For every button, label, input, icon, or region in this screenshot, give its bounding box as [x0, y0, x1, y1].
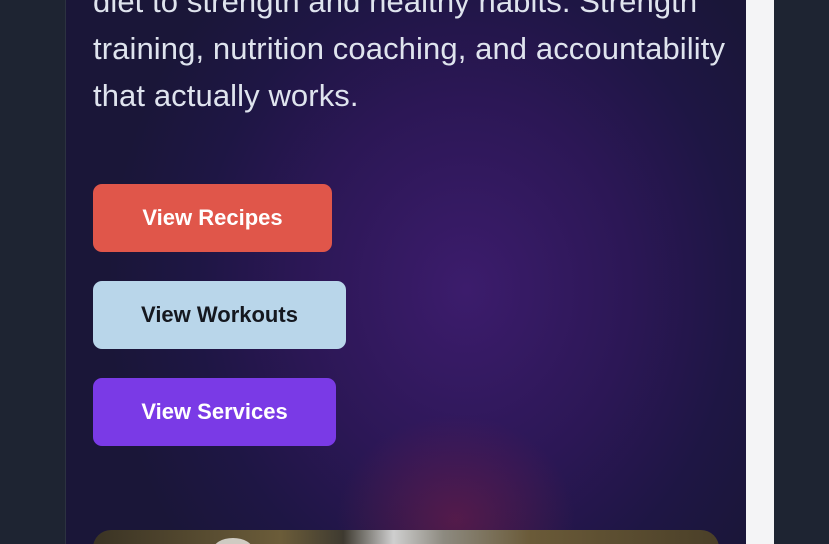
right-gutter: [774, 0, 829, 544]
hero-image: [93, 530, 719, 544]
hero-description: diet to strength and healthy habits. Str…: [93, 0, 726, 113]
content-edge: [746, 0, 774, 544]
view-services-button[interactable]: View Services: [93, 378, 336, 446]
view-recipes-button[interactable]: View Recipes: [93, 184, 332, 252]
view-workouts-button[interactable]: View Workouts: [93, 281, 346, 349]
left-gutter: [0, 0, 65, 544]
page: diet to strength and healthy habits. Str…: [0, 0, 829, 544]
hero-section: diet to strength and healthy habits. Str…: [65, 0, 747, 544]
hero-image-highlight: [213, 538, 253, 544]
